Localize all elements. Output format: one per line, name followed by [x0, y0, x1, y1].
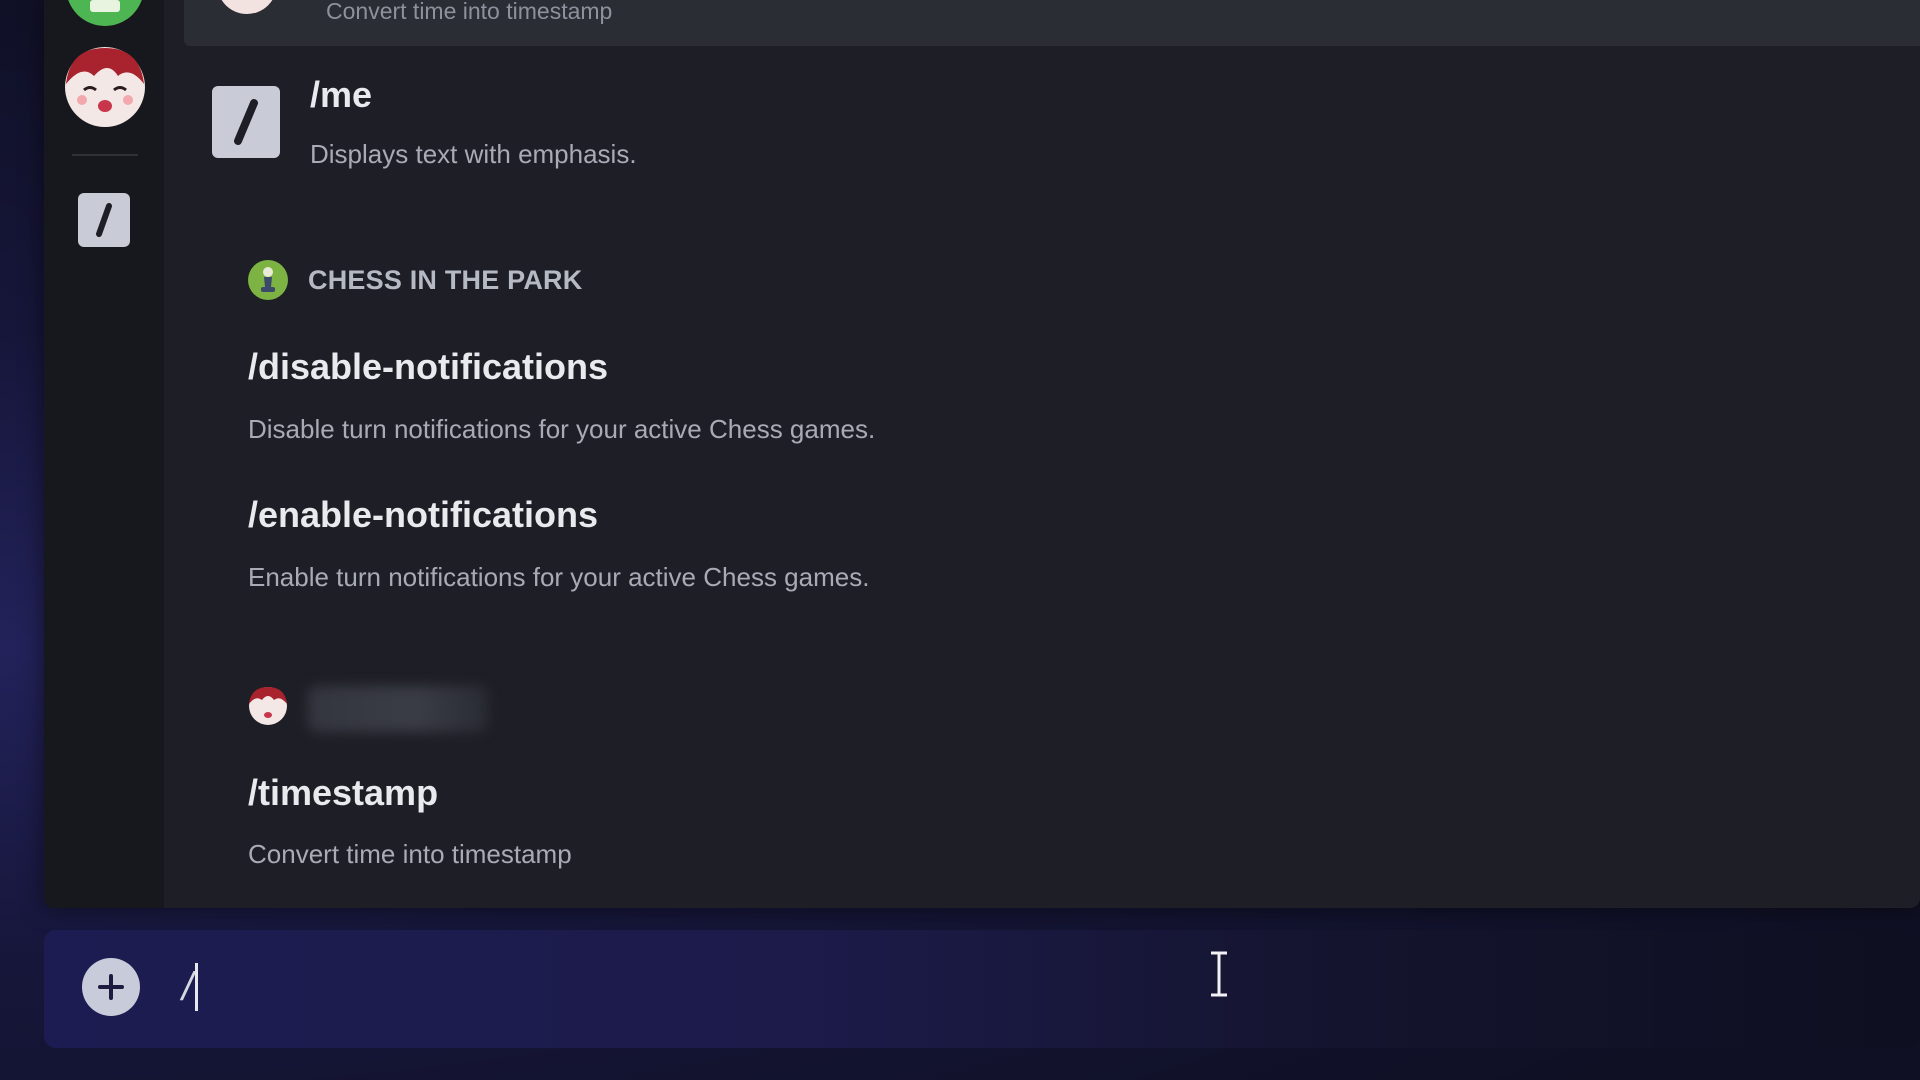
anime-avatar-icon [249, 687, 287, 725]
command-description: Convert time into timestamp [248, 839, 572, 869]
section-header-chess: CHESS IN THE PARK [248, 260, 582, 300]
command-name-timestamp[interactable]: /timestamp [248, 772, 438, 814]
plus-circle-icon [98, 974, 124, 1000]
slash-command-icon [212, 86, 280, 158]
blurred-section-name [308, 686, 488, 732]
command-description: Displays text with emphasis. [310, 139, 637, 169]
message-input[interactable]: / [182, 956, 199, 1018]
command-name-disable-notifications[interactable]: /disable-notifications [248, 346, 608, 388]
anime-avatar-icon[interactable] [64, 46, 146, 128]
ibeam-cursor-icon [1211, 951, 1227, 997]
command-description: Disable turn notifications for your acti… [248, 414, 876, 444]
section-name: CHESS IN THE PARK [308, 264, 583, 295]
chess-icon [248, 260, 288, 300]
list-item-timestamp-top[interactable]: Convert time into timestamp [184, 0, 1920, 46]
command-autocomplete-popup: Convert time into timestamp /me Displays… [44, 0, 1920, 908]
slash-command-icon[interactable] [78, 193, 130, 247]
command-name-me[interactable]: /me [310, 74, 372, 116]
command-description: Enable turn notifications for your activ… [248, 562, 870, 592]
rail-divider [72, 154, 138, 156]
anime-avatar-icon [221, 0, 273, 14]
command-list: Convert time into timestamp /me Displays… [164, 0, 1920, 908]
message-input-value: / [182, 964, 194, 1009]
command-name-enable-notifications[interactable]: /enable-notifications [248, 494, 598, 536]
green-app-icon[interactable] [66, 0, 144, 26]
command-description: Convert time into timestamp [326, 0, 613, 24]
text-caret [195, 963, 199, 1011]
command-app-rail [44, 0, 164, 908]
add-attachment-button[interactable] [82, 958, 140, 1016]
message-input-bar: / [44, 930, 1920, 1048]
